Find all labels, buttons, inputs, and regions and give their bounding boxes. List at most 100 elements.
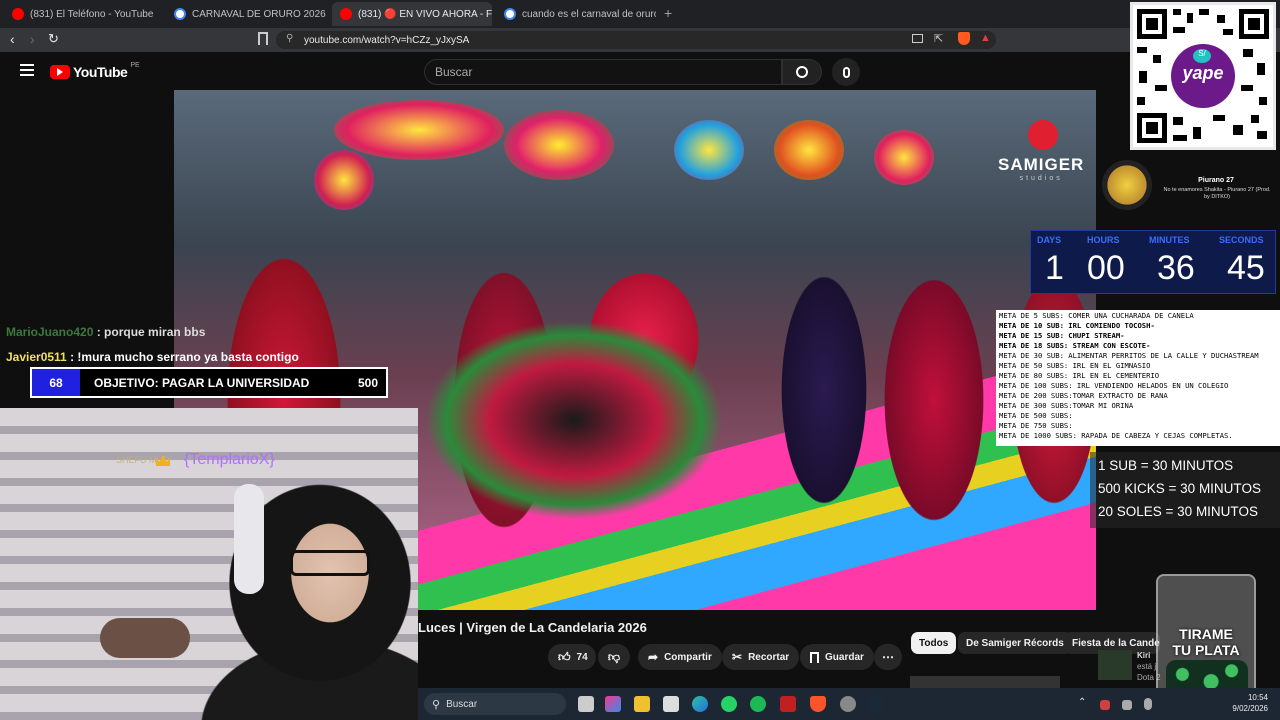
countdown-label-hours: HOURS	[1087, 235, 1120, 245]
voice-search-button[interactable]	[832, 58, 860, 86]
steam-icon[interactable]	[868, 696, 884, 712]
sub-goal-item: META DE 750 SUBS:	[999, 421, 1073, 430]
countdown-timer: DAYS HOURS MINUTES SECONDS 1 00 36 45	[1030, 230, 1276, 294]
chat-username: Javier0511	[6, 350, 67, 364]
tab-label: cuando es el carnaval de oruro 2026	[522, 8, 656, 20]
like-button[interactable]: 👍︎ 74	[548, 644, 596, 670]
plush-toy	[100, 618, 190, 658]
track-subtitle: No te enamores Shakita - Piurano 27 (Pro…	[1163, 187, 1271, 200]
subathon-rates: 1 SUB = 30 MINUTOS 500 KICKS = 30 MINUTO…	[1090, 452, 1280, 528]
sub-goal-item: META DE 500 SUBS:	[999, 411, 1073, 420]
google-favicon	[504, 8, 516, 20]
countdown-minutes: 36	[1157, 249, 1195, 287]
tray-app-icon[interactable]	[1122, 700, 1132, 710]
sub-goal-item: META DE 300 SUBS:TOMAR MI ORINA	[999, 401, 1134, 410]
more-actions-button[interactable]: ⋯	[874, 644, 902, 670]
chip-todos[interactable]: Todos	[911, 632, 957, 654]
brave-shield-icon[interactable]	[958, 32, 970, 45]
dancer-skirt	[424, 320, 724, 520]
tip-jar: TIRAME TU PLATA	[1156, 574, 1256, 702]
chat-text: : !mura mucho serrano ya basta contigo	[66, 350, 299, 364]
copilot-icon[interactable]	[605, 696, 621, 712]
browser-tab-4[interactable]: cuando es el carnaval de oruro 2026	[496, 2, 656, 26]
goal-label: OBJETIVO: PAGAR LA UNIVERSIDAD	[94, 375, 310, 390]
obs-icon[interactable]	[840, 696, 856, 712]
logo-text: YouTube	[73, 64, 128, 80]
search-button[interactable]	[782, 59, 822, 85]
cast-icon[interactable]	[912, 34, 923, 43]
chat-username: MarioJuano420	[6, 325, 94, 339]
bookmark-icon[interactable]	[258, 32, 268, 45]
spotify-icon[interactable]	[750, 696, 766, 712]
countdown-hours: 00	[1087, 249, 1125, 287]
chat-message: Javier0511 : !mura mucho serrano ya bast…	[6, 350, 299, 364]
menu-icon[interactable]	[20, 64, 34, 76]
goal-progress-fill: 68	[32, 369, 80, 396]
browser-tab-3[interactable]: (831) 🔴 EN VIVO AHORA - F ✕	[332, 2, 492, 26]
youtube-favicon	[340, 8, 352, 20]
yape-logo-text: yape	[1182, 63, 1224, 83]
sub-goal-item: META DE 10 SUB: IRL COMIENDO TOCOSH-	[999, 321, 1155, 330]
save-button[interactable]: Guardar	[800, 644, 874, 670]
scissors-icon: ✂	[732, 650, 743, 664]
youtube-play-icon	[50, 65, 70, 79]
back-icon[interactable]: ‹	[10, 31, 15, 47]
tray-chevron-icon[interactable]: ⌃	[1078, 697, 1086, 708]
recommendation-thumbnail[interactable]	[910, 676, 1060, 688]
clock-time: 10:54	[1247, 693, 1268, 702]
address-bar[interactable]: ⚲ youtube.com/watch?v=hCZz_yJxySA	[276, 31, 996, 49]
countdown-seconds: 45	[1227, 249, 1265, 287]
save-label: Guardar	[825, 651, 864, 663]
recommendation-thumbnail[interactable]	[1098, 650, 1132, 680]
dancer-hat	[674, 120, 744, 180]
url-text: youtube.com/watch?v=hCZz_yJxySA	[304, 34, 470, 46]
dancer-hat	[504, 110, 614, 180]
whatsapp-icon[interactable]	[721, 696, 737, 712]
tab-label: (831) 🔴 EN VIVO AHORA - F	[358, 8, 492, 20]
youtube-logo[interactable]: YouTube PE	[50, 62, 140, 80]
sub-goal-item: META DE 5 SUBS: COMER UNA CUCHARADA DE C…	[999, 311, 1194, 320]
task-view-icon[interactable]	[578, 696, 594, 712]
app-icon[interactable]	[780, 696, 796, 712]
store-icon[interactable]	[663, 696, 679, 712]
brave-icon[interactable]	[810, 696, 826, 712]
sub-goal-item: META DE 80 SUBS: IRL EN EL CEMENTERIO	[999, 371, 1160, 380]
now-playing-widget: Piurano 27 No te enamores Shakita - Piur…	[1102, 160, 1272, 216]
taskbar-clock[interactable]: 10:54 9/02/2026	[1222, 692, 1268, 714]
chip-samiger[interactable]: De Samiger Récords	[958, 632, 1072, 654]
video-title: Luces | Virgen de La Candelaria 2026	[418, 620, 647, 635]
thumbs-up-icon: 👍︎	[558, 649, 571, 664]
tab-label: CARNAVAL DE ORURO 2026 CUAND	[192, 8, 328, 20]
search-icon: ⚲	[432, 698, 441, 711]
site-info-icon[interactable]: ⚲	[286, 33, 293, 44]
edge-icon[interactable]	[692, 696, 708, 712]
file-explorer-icon[interactable]	[634, 696, 650, 712]
yape-qr-code: yape S/	[1130, 2, 1276, 150]
dancer-hat	[314, 150, 374, 210]
chat-text: : porque miran bbs	[93, 325, 206, 339]
dancer-hat	[774, 120, 844, 180]
tab-label: (831) El Teléfono - YouTube	[30, 8, 154, 20]
clip-button[interactable]: ✂ Recortar	[722, 644, 800, 670]
reload-icon[interactable]: ↻	[48, 31, 59, 47]
tip-jar-line1: TIRAME	[1179, 626, 1233, 642]
microphone-icon	[842, 66, 850, 78]
forward-icon[interactable]: ›	[30, 31, 35, 47]
share-label: Compartir	[664, 651, 712, 663]
search-input[interactable]: Buscar	[424, 59, 782, 85]
tray-app-icon[interactable]	[1100, 700, 1110, 710]
share-icon[interactable]: ⇱	[934, 32, 943, 45]
new-tab-icon[interactable]: +	[664, 5, 672, 21]
browser-tab-1[interactable]: (831) El Teléfono - YouTube	[4, 2, 164, 26]
countdown-label-minutes: MINUTES	[1149, 235, 1190, 245]
search-placeholder: Buscar	[435, 65, 473, 79]
mic-tray-icon[interactable]	[1144, 698, 1152, 710]
rewards-icon[interactable]: ▲	[980, 32, 991, 44]
dislike-button[interactable]: 👎︎	[598, 644, 630, 670]
taskbar-search[interactable]: ⚲ Buscar	[424, 693, 566, 715]
share-button[interactable]: ➦ Compartir	[638, 644, 722, 670]
sub-goal-item: META DE 100 SUBS: IRL VENDIENDO HELADOS …	[999, 381, 1229, 390]
browser-tab-2[interactable]: CARNAVAL DE ORURO 2026 CUAND	[166, 2, 328, 26]
rate-kicks: 500 KICKS = 30 MINUTOS	[1098, 481, 1261, 496]
share-arrow-icon: ➦	[648, 650, 659, 664]
